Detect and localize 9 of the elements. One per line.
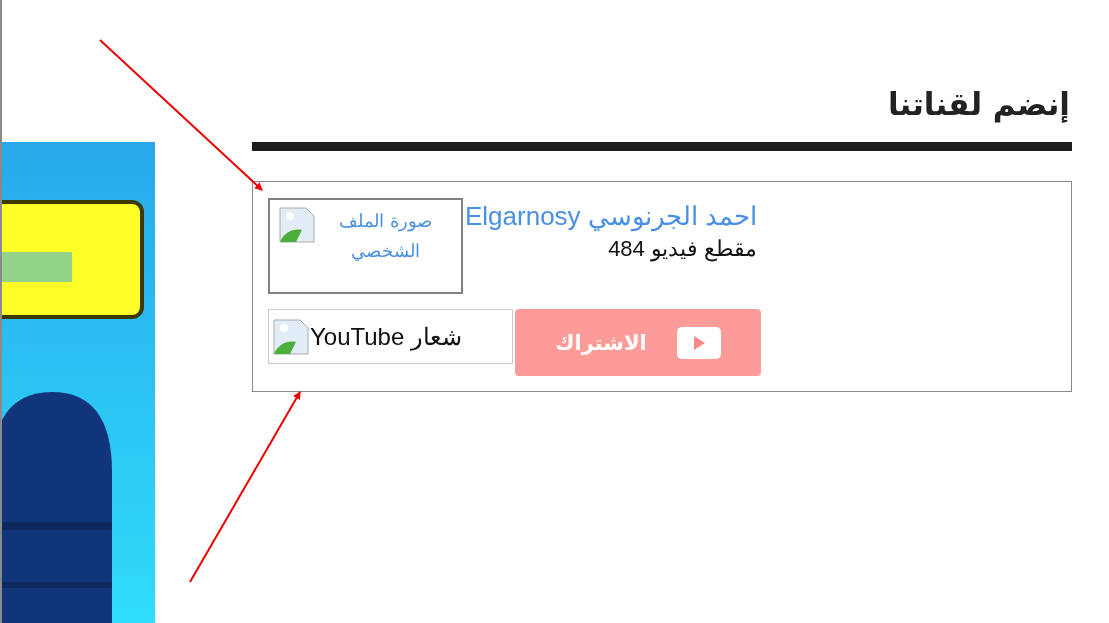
broken-image-icon	[278, 206, 316, 244]
subscribe-button[interactable]: الاشتراك	[515, 309, 761, 376]
channel-name-link[interactable]: احمد الجرنوسي Elgarnosy	[465, 198, 758, 234]
widget-title: إنضم لقناتنا	[887, 85, 1071, 125]
video-count: مقطع فيديو 484	[607, 235, 758, 264]
image-alt-text: شعار YouTube	[310, 321, 463, 352]
play-icon	[676, 326, 721, 359]
broken-image-icon	[272, 317, 310, 356]
image-alt-text: صورة الملف الشخصي	[338, 209, 433, 263]
